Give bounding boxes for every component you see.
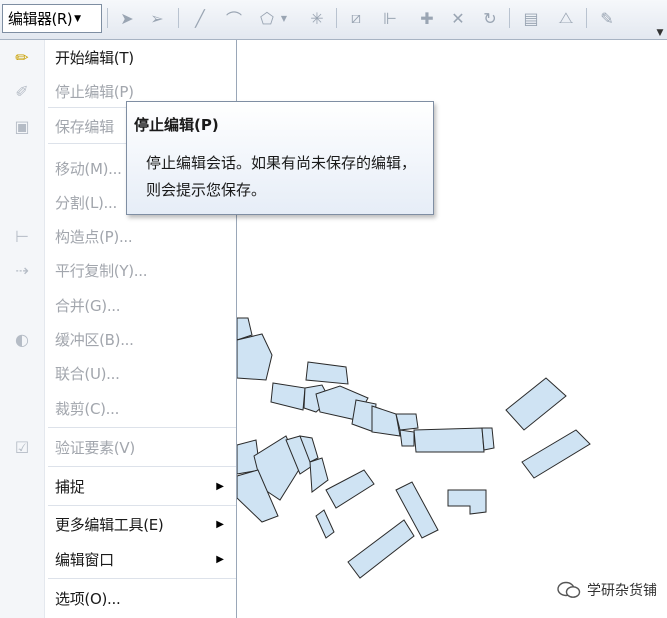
sketch-properties-icon[interactable]: ⧍ [555,7,577,29]
menu-item-label: 分割(L)... [55,193,117,212]
menu-item-label: 构造点(P)... [55,227,133,246]
parcel-polygon [399,429,415,447]
menu-item-copy-parallel[interactable]: ⇢ 平行复制(Y)... [0,253,236,287]
save-edits-icon: ▣ [14,116,30,136]
menu-item-buffer[interactable]: ◐ 缓冲区(B)... [0,322,236,356]
toolbar-separator [178,8,179,28]
menu-item-snapping[interactable]: 捕捉 ▶ [0,469,236,503]
parcel-polygon [447,489,487,515]
toolbar-separator [107,8,108,28]
parcel-polygon [315,509,335,539]
validate-features-icon: ☑ [14,437,30,457]
submenu-arrow-icon: ▶ [216,553,224,565]
submenu-arrow-icon: ▶ [216,480,224,492]
straight-segment-icon[interactable]: ╱ [189,7,211,29]
menu-item-label: 裁剪(C)... [55,399,120,418]
editor-menu-button[interactable]: 编辑器(R) ▼ [2,4,102,33]
menu-item-label: 捕捉 [55,477,85,496]
menu-item-label: 选项(O)... [55,589,121,608]
buffer-icon: ◐ [15,329,29,349]
trace-icon[interactable]: ⬠ [256,7,278,29]
parcel-polygon [325,469,375,509]
edit-vertices-icon[interactable]: ⧄ [345,7,367,29]
editor-toolbar: 编辑器(R) ▼ ➤ ➢ ╱ ⌒ ⬠ ▼ ✳ ⧄ ⊩ ✚ ✕ ↻ ▤ ⧍ ✎ ▼ [0,0,667,40]
menu-item-construct-points[interactable]: ⊢ 构造点(P)... [0,219,236,253]
parcel-polygon [481,427,495,451]
submenu-arrow-icon: ▶ [216,518,224,530]
menu-item-label: 验证要素(V) [55,438,135,457]
start-editing-icon: ✏ [15,47,29,67]
menu-item-label: 合并(G)... [55,296,121,315]
tooltip-title: 停止编辑(P) [134,116,219,134]
parcel-polygon [395,413,419,431]
toolbar-options-icon[interactable]: ▼ [655,14,665,38]
menu-separator [48,578,236,579]
menu-separator [48,427,236,428]
cut-polygons-icon[interactable]: ✚ [416,7,438,29]
parcel-polygon [521,429,591,479]
split-icon[interactable]: ✕ [447,7,469,29]
toolbar-separator [509,8,510,28]
create-features-icon[interactable]: ✎ [596,7,618,29]
menu-item-more-editing-tools[interactable]: 更多编辑工具(E) ▶ [0,507,236,541]
wechat-logo-icon [557,581,581,598]
menu-item-label: 移动(M)... [55,159,122,178]
toolbar-separator [586,8,587,28]
menu-item-label: 平行复制(Y)... [55,261,148,280]
parcel-polygon [371,405,401,437]
dropdown-arrow-icon: ▼ [74,13,81,24]
menu-item-label: 更多编辑工具(E) [55,515,164,534]
reshape-icon[interactable]: ⊩ [379,7,401,29]
watermark-text: 学研杂货铺 [587,583,657,599]
editor-menu-label: 编辑器(R) [8,10,73,28]
point-icon[interactable]: ✳ [306,7,328,29]
construct-points-icon: ⊢ [15,226,29,246]
tooltip-body: 停止编辑会话。如果有尚未保存的编辑，则会提示您保存。 [146,154,417,199]
menu-item-clip[interactable]: 裁剪(C)... [0,391,236,425]
menu-item-label: 联合(U)... [55,364,120,383]
parcel-polygon [347,519,415,579]
menu-item-start-editing[interactable]: ✏ 开始编辑(T) [0,40,236,74]
menu-item-label: 停止编辑(P) [55,82,134,101]
stop-editing-icon: ✐ [15,81,29,101]
parcel-polygon [309,457,329,493]
parcel-polygon [413,427,485,453]
stop-editing-tooltip: 停止编辑(P) 停止编辑会话。如果有尚未保存的编辑，则会提示您保存。 [126,101,434,215]
toolbar-separator [336,8,337,28]
copy-parallel-icon: ⇢ [15,260,29,280]
parcel-polygon [270,382,306,411]
menu-item-merge[interactable]: 合并(G)... [0,288,236,322]
menu-item-options[interactable]: 选项(O)... [0,581,236,615]
menu-item-label: 编辑窗口 [55,550,114,569]
parcel-polygon [236,333,273,381]
menu-item-label: 缓冲区(B)... [55,330,134,349]
rotate-icon[interactable]: ↻ [479,7,501,29]
attributes-icon[interactable]: ▤ [520,7,542,29]
parcel-polygon [305,361,349,385]
parcel-polygon [505,377,567,431]
menu-separator [48,505,236,506]
edit-tool-icon[interactable]: ➤ [116,7,138,29]
watermark: 学研杂货铺 [557,580,657,600]
menu-separator [48,466,236,467]
menu-item-union[interactable]: 联合(U)... [0,356,236,390]
menu-item-label: 保存编辑 [55,117,114,136]
menu-item-label: 开始编辑(T) [55,48,134,67]
menu-item-editing-windows[interactable]: 编辑窗口 ▶ [0,542,236,576]
endpoint-arc-icon[interactable]: ⌒ [223,7,245,29]
edit-annotation-tool-icon[interactable]: ➢ [146,7,168,29]
menu-item-validate-features[interactable]: ☑ 验证要素(V) [0,430,236,464]
trace-dropdown-icon[interactable]: ▼ [278,7,290,29]
